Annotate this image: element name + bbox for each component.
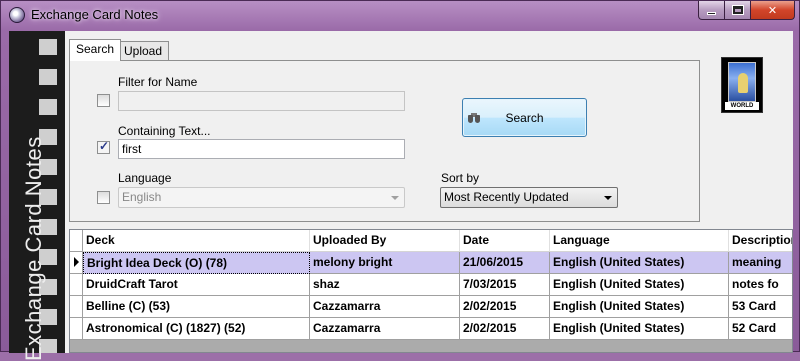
containing-text-label: Containing Text... xyxy=(118,124,211,138)
row-selector[interactable] xyxy=(70,318,83,340)
tab-upload-card-data[interactable]: Upload Card Data xyxy=(117,41,170,94)
close-button[interactable]: ✕ xyxy=(751,1,795,20)
results-grid[interactable]: Deck Uploaded By Date Language Descripti… xyxy=(69,229,793,353)
card-art xyxy=(728,62,756,102)
sort-by-select-value: Most Recently Updated xyxy=(444,190,569,204)
caption-buttons: ✕ xyxy=(698,1,795,21)
cell-language[interactable]: English (United States) xyxy=(550,274,729,296)
row-selector[interactable] xyxy=(70,296,83,318)
title-bar[interactable]: Exchange Card Notes ✕ xyxy=(1,1,799,29)
sort-by-select[interactable]: Most Recently Updated xyxy=(440,187,618,208)
language-select[interactable]: English xyxy=(118,187,405,208)
filter-name-checkbox[interactable] xyxy=(97,94,110,107)
tab-search[interactable]: Search xyxy=(69,39,122,61)
cell-language[interactable]: English (United States) xyxy=(550,296,729,318)
containing-text-checkbox[interactable]: ✓ xyxy=(97,139,110,154)
column-header-deck[interactable]: Deck xyxy=(83,230,310,252)
cell-date[interactable]: 21/06/2015 xyxy=(460,252,550,274)
column-header-language[interactable]: Language xyxy=(550,230,729,252)
column-header-uploaded-by[interactable]: Uploaded By xyxy=(310,230,460,252)
cell-language[interactable]: English (United States) xyxy=(550,318,729,340)
filter-name-input[interactable] xyxy=(118,91,405,111)
grid-header-row: Deck Uploaded By Date Language Descripti… xyxy=(70,230,792,252)
window-title: Exchange Card Notes xyxy=(31,7,159,22)
cell-description[interactable]: meaning xyxy=(729,252,792,274)
card-figure-icon xyxy=(738,73,748,93)
maximize-button[interactable] xyxy=(725,1,751,20)
search-button[interactable]: Search xyxy=(462,98,587,137)
cell-description[interactable]: 52 Card xyxy=(729,318,792,340)
minimize-button[interactable] xyxy=(698,1,725,20)
containing-text-input[interactable]: first xyxy=(118,139,405,159)
checkmark-icon: ✓ xyxy=(99,139,110,153)
current-row-icon xyxy=(74,257,79,267)
cell-uploaded-by[interactable]: melony bright xyxy=(310,252,460,274)
close-icon: ✕ xyxy=(767,3,778,17)
sort-by-label: Sort by xyxy=(441,171,480,185)
cell-deck[interactable]: Bright Idea Deck (O) (78) xyxy=(83,252,310,274)
language-select-value: English xyxy=(122,190,162,204)
table-row[interactable]: Belline (C) (53) Cazzamarra 2/02/2015 En… xyxy=(70,296,792,318)
search-panel: Filter for Name ✓ Containing Text... fir… xyxy=(69,60,700,222)
language-checkbox[interactable] xyxy=(97,191,110,204)
search-button-label: Search xyxy=(505,111,544,125)
row-header-corner xyxy=(70,230,83,252)
column-header-date[interactable]: Date xyxy=(460,230,550,252)
cell-deck[interactable]: Astronomical (C) (1827) (52) xyxy=(83,318,310,340)
cell-date[interactable]: 2/02/2015 xyxy=(460,296,550,318)
column-header-description[interactable]: Description xyxy=(729,230,792,252)
cell-uploaded-by[interactable]: Cazzamarra xyxy=(310,296,460,318)
cell-uploaded-by[interactable]: Cazzamarra xyxy=(310,318,460,340)
app-window: Exchange Card Notes ✕ Exchange Card Note… xyxy=(0,0,800,361)
cell-deck[interactable]: Belline (C) (53) xyxy=(83,296,310,318)
chevron-down-icon xyxy=(604,196,612,200)
cell-date[interactable]: 7/03/2015 xyxy=(460,274,550,296)
card-thumbnail[interactable]: WORLD xyxy=(721,57,763,113)
client-area: Exchange Card Notes WORLD Search Upload … xyxy=(9,31,793,361)
language-label: Language xyxy=(118,171,172,185)
cell-date[interactable]: 2/02/2015 xyxy=(460,318,550,340)
chevron-down-icon xyxy=(391,196,399,200)
cell-description[interactable]: 53 Card xyxy=(729,296,792,318)
app-icon xyxy=(9,7,25,23)
cell-description[interactable]: notes fo xyxy=(729,274,792,296)
filter-name-label: Filter for Name xyxy=(118,75,198,89)
table-row[interactable]: DruidCraft Tarot shaz 7/03/2015 English … xyxy=(70,274,792,296)
cell-language[interactable]: English (United States) xyxy=(550,252,729,274)
card-thumbnail-label: WORLD xyxy=(725,102,759,110)
film-strip-banner: Exchange Card Notes xyxy=(9,31,65,361)
table-row[interactable]: Bright Idea Deck (O) (78) melony bright … xyxy=(70,252,792,274)
row-selector[interactable] xyxy=(70,274,83,296)
minimize-icon xyxy=(707,11,716,15)
cell-deck[interactable]: DruidCraft Tarot xyxy=(83,274,310,296)
row-selector[interactable] xyxy=(70,252,83,274)
maximize-icon xyxy=(732,6,743,14)
cell-uploaded-by[interactable]: shaz xyxy=(310,274,460,296)
sidebar-banner-text: Exchange Card Notes xyxy=(21,136,46,361)
table-row[interactable]: Astronomical (C) (1827) (52) Cazzamarra … xyxy=(70,318,792,340)
